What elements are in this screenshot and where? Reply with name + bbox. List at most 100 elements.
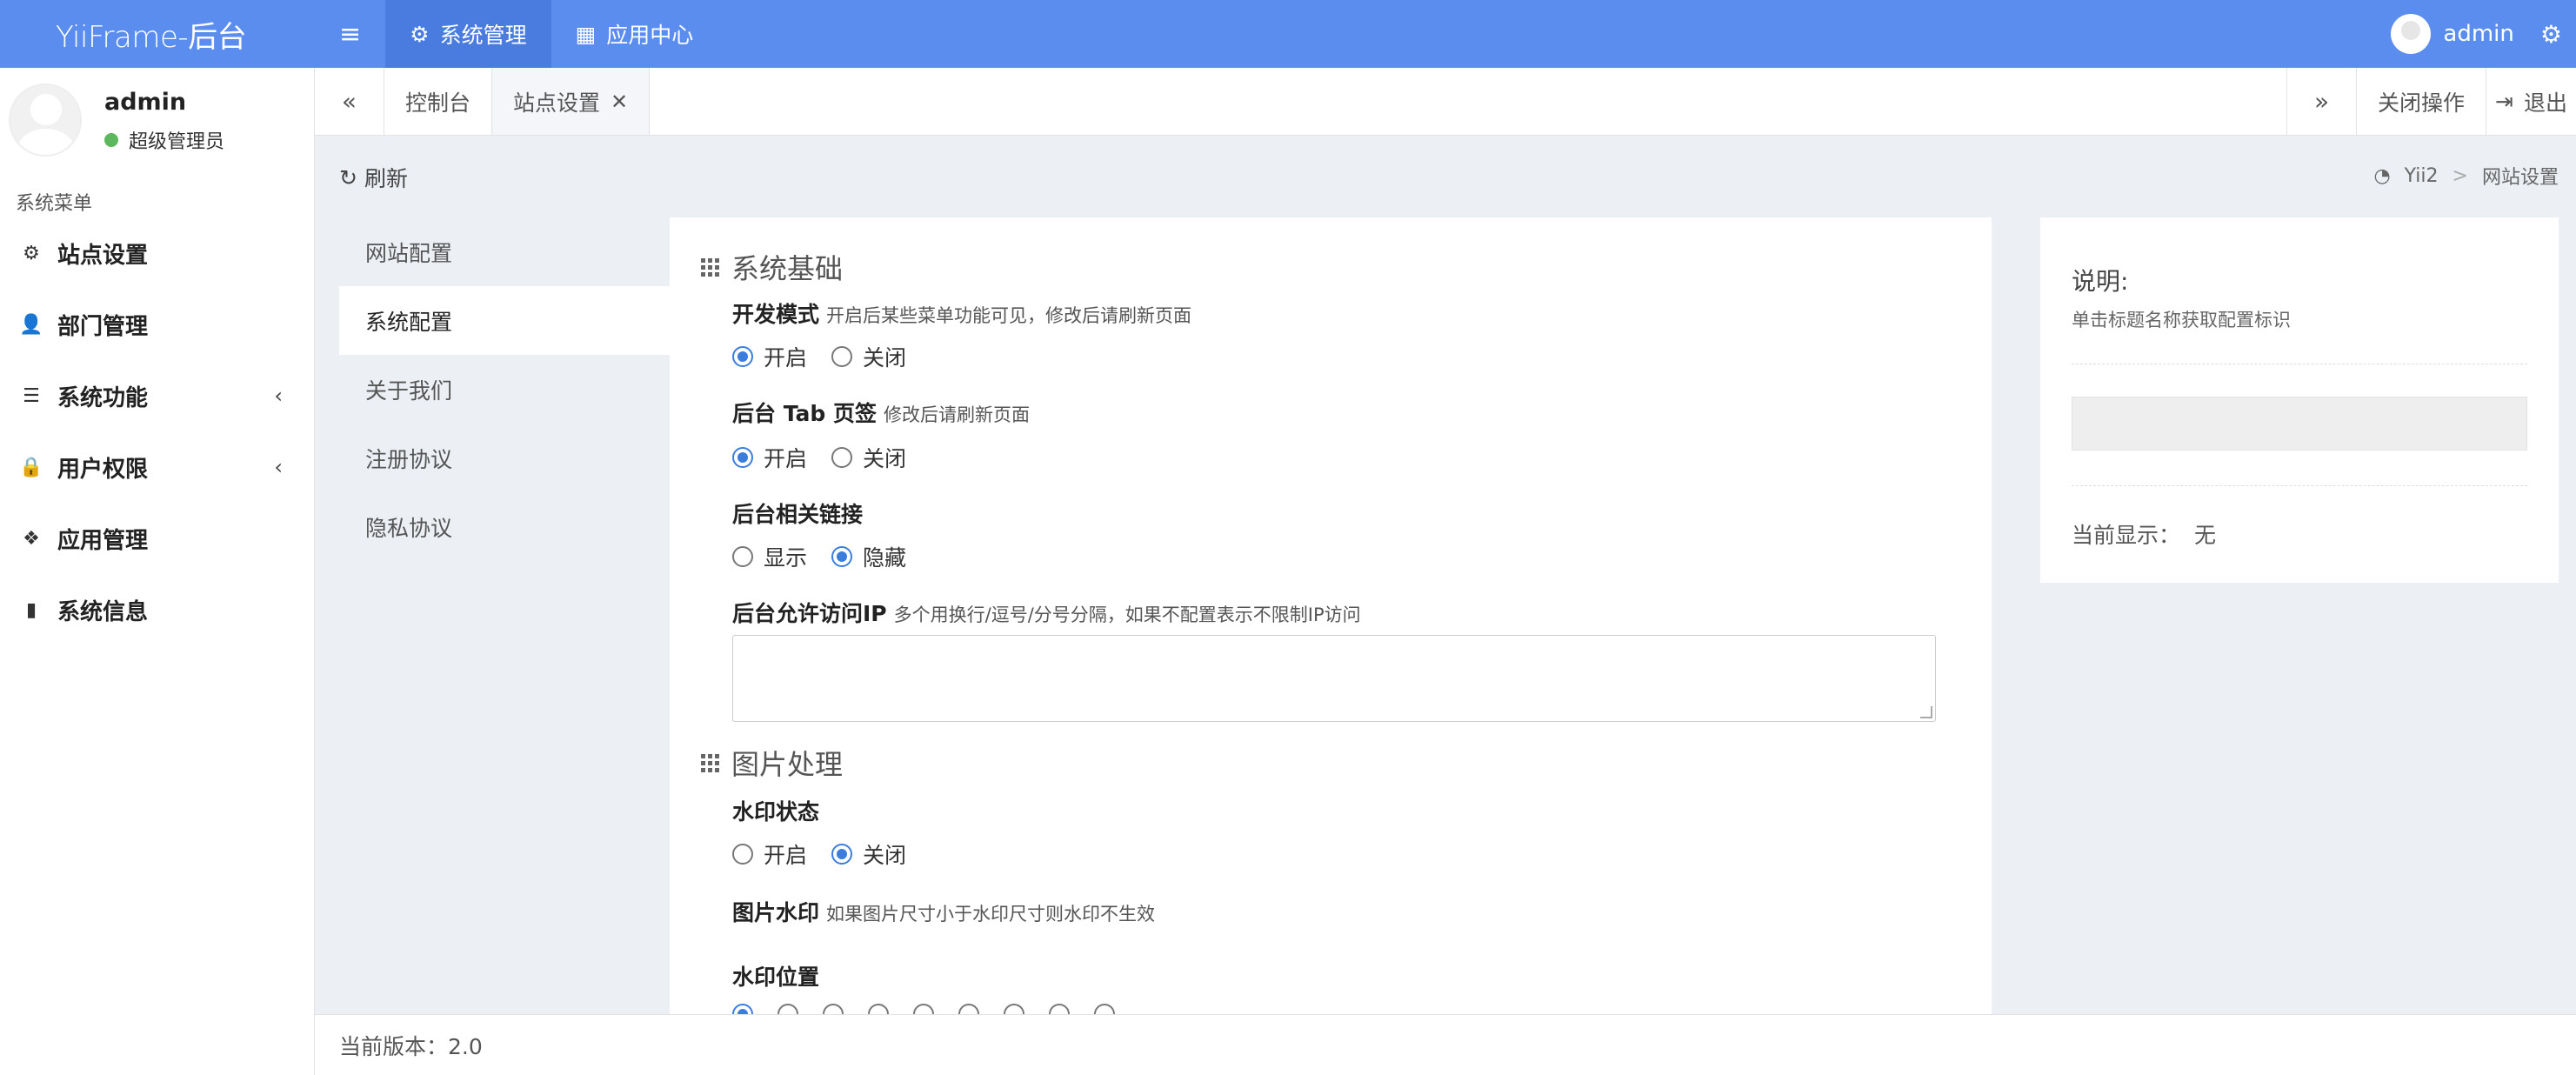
radio-watermark-off[interactable]: 关闭 [831,838,906,870]
sidebar-item-system-functions[interactable]: ☰ 系统功能 ‹ [0,360,314,431]
radio-position-6[interactable] [958,1004,979,1014]
radio-label: 开启 [764,446,808,471]
subnav-item-system[interactable]: 系统配置 [339,286,670,355]
user-role: 超级管理员 [104,126,224,154]
radio-position-5[interactable] [913,1004,934,1014]
radio-unchecked-icon [1004,1004,1024,1014]
radio-label: 开启 [764,345,808,371]
field-label-dev-mode[interactable]: 开发模式 开启后某些菜单功能可见，修改后请刷新页面 [732,297,1191,329]
current-display-label: 当前显示： [2072,523,2181,548]
online-status-icon [104,133,118,147]
subnav-item-privacy[interactable]: 隐私协议 [339,492,670,561]
field-label-allowed-ip[interactable]: 后台允许访问IP 多个用换行/逗号/分号分隔，如果不配置表示不限制IP访问 [732,597,1361,628]
radio-dev-mode-off[interactable]: 关闭 [831,341,906,372]
nav-label: 应用中心 [606,23,694,48]
gears-icon: ⚙ [410,21,430,47]
field-label-text: 开发模式 [732,302,820,327]
field-label-watermark-status[interactable]: 水印状态 [732,795,819,826]
allowed-ip-textarea[interactable] [732,635,1936,722]
field-label-watermark-image[interactable]: 图片水印 如果图片尺寸小于水印尺寸则水印不生效 [732,896,1155,927]
tab-scroll-left-button[interactable]: « [315,68,384,135]
settings-button[interactable]: ⚙ [2540,0,2576,68]
user-panel: admin 超级管理员 [0,68,314,172]
field-label-text: 水印状态 [732,799,820,825]
gear-icon: ⚙ [23,242,40,264]
hamburger-icon: ≡ [339,18,362,50]
sidebar-toggle-button[interactable]: ≡ [315,0,385,68]
radio-label: 开启 [764,843,808,868]
sidebar-item-system-info[interactable]: ▮ 系统信息 [0,574,314,645]
radio-group-tab-page: 开启 关闭 [732,442,906,473]
sidebar-item-user-permissions[interactable]: 🔒 用户权限 ‹ [0,431,314,503]
header-user-menu[interactable]: admin [2391,14,2539,54]
radio-tab-page-off[interactable]: 关闭 [831,442,906,473]
tab-dashboard[interactable]: 控制台 [384,68,493,135]
subnav-item-website[interactable]: 网站配置 [339,217,670,286]
nav-app-center[interactable]: ▦ 应用中心 [551,0,718,68]
sidebar-item-label: 站点设置 [57,242,149,269]
sidebar-item-departments[interactable]: 👤 部门管理 [0,289,314,360]
close-operations-button[interactable]: 关闭操作 [2356,68,2486,135]
gears-icon: ⚙ [2539,19,2562,49]
sidebar-item-label: 系统信息 [57,598,149,625]
tab-label: 站点设置 [513,90,601,116]
radio-group-related-links: 显示 隐藏 [732,541,906,572]
tab-label: 控制台 [405,90,471,116]
config-key-display [2072,397,2527,451]
field-label-watermark-position[interactable]: 水印位置 [732,960,819,992]
subnav-item-register-agreement[interactable]: 注册协议 [339,424,670,492]
close-operations-label: 关闭操作 [2378,90,2466,116]
field-label-text: 后台相关链接 [732,502,864,527]
section-title-system-basic: 系统基础 [701,247,843,287]
radio-tab-page-on[interactable]: 开启 [732,442,807,473]
sidebar-item-label: 系统功能 [57,384,149,411]
config-form-panel: 系统基础 开发模式 开启后某些菜单功能可见，修改后请刷新页面 开启 关闭 后台 T… [670,217,1992,1014]
radio-checked-icon [732,346,753,367]
version-text: 当前版本：2.0 [339,1033,483,1059]
radio-links-show[interactable]: 显示 [732,541,807,572]
header-user-name: admin [2443,21,2514,47]
radio-position-7[interactable] [1004,1004,1024,1014]
radio-position-8[interactable] [1049,1004,1070,1014]
user-plus-icon: 👤 [19,313,43,336]
sidebar-item-app-management[interactable]: ❖ 应用管理 [0,503,314,574]
radio-dev-mode-on[interactable]: 开启 [732,341,807,372]
sidebar-item-label: 用户权限 [57,456,149,483]
radio-position-1[interactable] [732,1004,753,1014]
field-label-text: 图片水印 [732,900,820,925]
info-description: 单击标题名称获取配置标识 [2072,310,2291,331]
field-label-tab-page[interactable]: 后台 Tab 页签 修改后请刷新页面 [732,397,1030,428]
radio-label: 关闭 [863,345,907,371]
sidebar-item-site-settings[interactable]: ⚙ 站点设置 [0,217,314,289]
radio-watermark-on[interactable]: 开启 [732,838,807,870]
radio-position-4[interactable] [868,1004,889,1014]
current-display: 当前显示： 无 [2072,518,2216,550]
logout-button[interactable]: ⇥ 退出 [2486,68,2576,135]
tab-site-settings[interactable]: 站点设置 ✕ [492,68,651,135]
nav-system-management[interactable]: ⚙ 系统管理 [385,0,551,68]
server-icon: ▮ [25,598,37,621]
sidebar-item-label: 应用管理 [57,527,149,554]
drag-grip-icon [701,753,719,772]
radio-position-3[interactable] [823,1004,844,1014]
radio-label: 显示 [764,545,808,571]
field-label-related-links[interactable]: 后台相关链接 [732,497,863,529]
app-logo[interactable]: YiiFrame-后台 [0,0,315,68]
chevron-left-icon: ‹ [274,384,283,408]
radio-checked-icon [831,546,853,567]
radio-position-2[interactable] [777,1004,798,1014]
breadcrumb-home-link[interactable]: Yii2 [2405,165,2439,187]
refresh-button[interactable]: ↻ 刷新 [339,162,408,193]
radio-unchecked-icon [831,447,853,468]
tab-scroll-right-button[interactable]: » [2286,68,2356,135]
menu-header: 系统菜单 [16,193,93,215]
radio-links-hide[interactable]: 隐藏 [831,541,906,572]
subnav-item-about[interactable]: 关于我们 [339,355,670,424]
breadcrumb: ◔ Yii2 > 网站设置 [2373,162,2559,190]
double-chevron-left-icon: « [341,87,357,116]
field-label-text: 后台 Tab 页签 [732,401,878,426]
radio-position-9[interactable] [1094,1004,1115,1014]
close-icon[interactable]: ✕ [611,90,628,114]
info-title: 说明: [2072,267,2129,296]
radio-label: 隐藏 [863,545,907,571]
